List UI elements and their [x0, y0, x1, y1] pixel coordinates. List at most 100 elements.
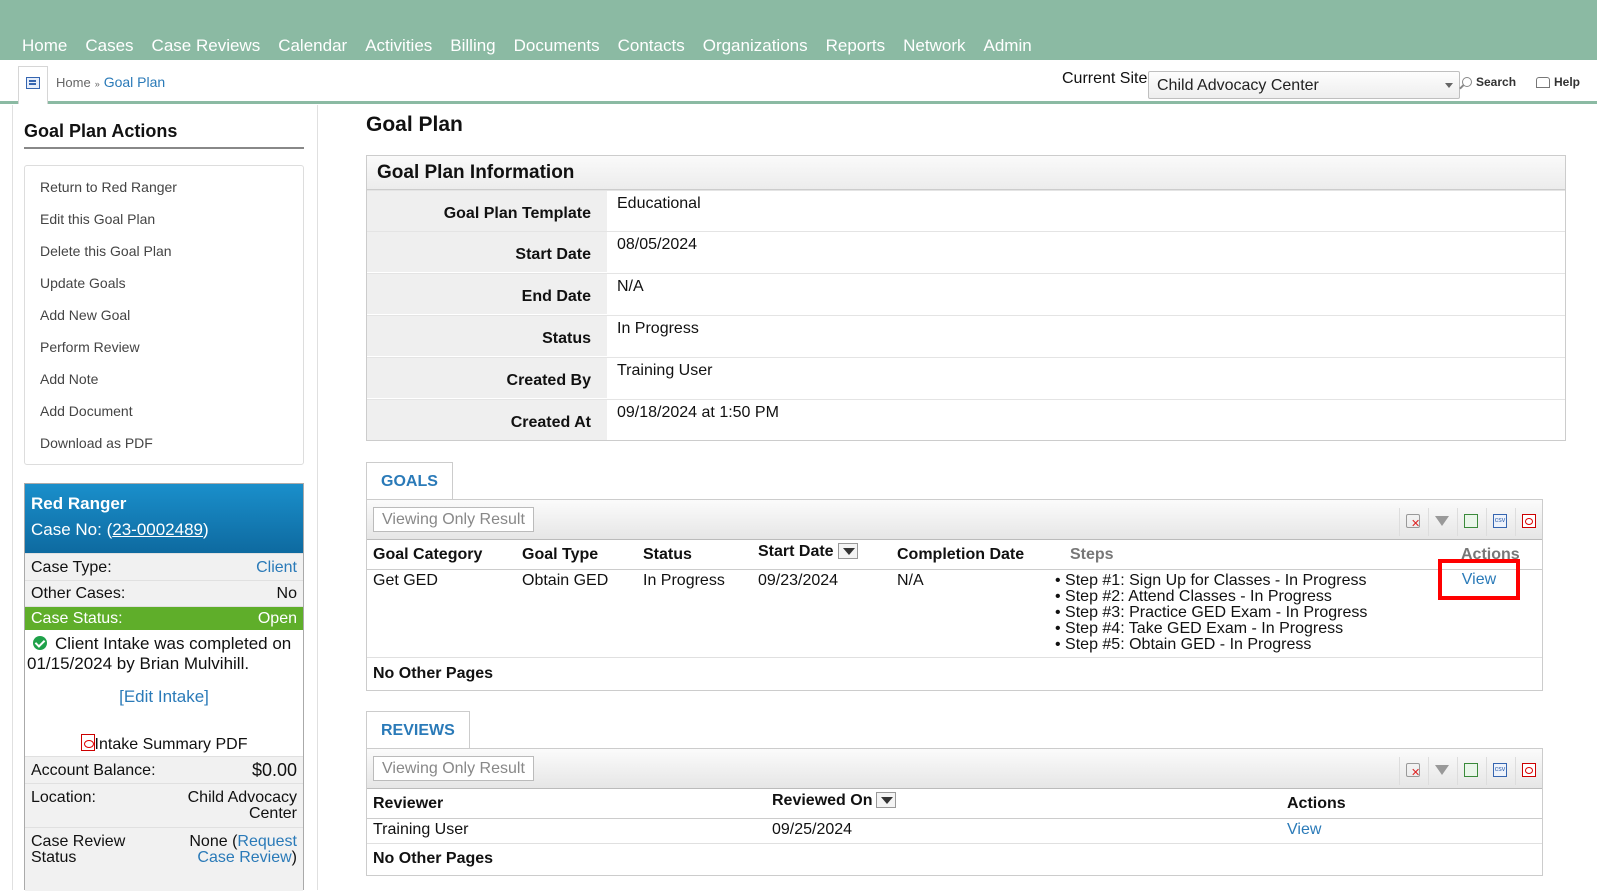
excel-export-icon[interactable]: [1457, 757, 1483, 785]
info-label: Status: [367, 316, 607, 356]
col-goal-type[interactable]: Goal Type: [522, 546, 598, 564]
col-status[interactable]: Status: [643, 546, 692, 564]
case-review-close: ): [291, 849, 297, 866]
action-perform-review[interactable]: Perform Review: [40, 339, 140, 355]
top-navigation-bar: Home Cases Case Reviews Calendar Activit…: [0, 0, 1597, 60]
info-label: Goal Plan Template: [367, 191, 607, 231]
nav-admin[interactable]: Admin: [984, 36, 1032, 56]
filter-icon[interactable]: [1428, 757, 1454, 785]
search-button[interactable]: Search: [1462, 75, 1516, 89]
tab-goals[interactable]: GOALS: [366, 462, 453, 500]
col-start-date[interactable]: Start Date: [758, 543, 858, 561]
nav-calendar[interactable]: Calendar: [278, 36, 347, 56]
help-label: Help: [1554, 75, 1581, 89]
edit-intake-link[interactable]: [Edit Intake]: [25, 687, 303, 707]
location-value-line-2: Center: [248, 805, 297, 822]
clear-filter-icon[interactable]: [1399, 757, 1425, 785]
check-circle-icon: [33, 636, 47, 650]
col-reviewed-on-label: Reviewed On: [772, 792, 873, 809]
info-row: Created By Training User: [367, 357, 1565, 398]
nav-activities[interactable]: Activities: [365, 36, 432, 56]
csv-export-icon[interactable]: csv: [1486, 757, 1512, 785]
col-reviewed-on[interactable]: Reviewed On: [772, 792, 897, 810]
info-row: Goal Plan Template Educational: [367, 190, 1565, 231]
sort-dropdown-icon[interactable]: [837, 543, 858, 559]
nav-reports[interactable]: Reports: [826, 36, 886, 56]
col-start-date-label: Start Date: [758, 543, 834, 560]
breadcrumb-home[interactable]: Home: [56, 75, 91, 90]
current-site-value: Child Advocacy Center: [1157, 77, 1319, 94]
col-goal-category[interactable]: Goal Category: [373, 546, 482, 564]
action-return[interactable]: Return to Red Ranger: [40, 179, 177, 195]
clear-filter-icon[interactable]: [1399, 508, 1425, 536]
sort-dropdown-icon[interactable]: [876, 792, 897, 808]
nav-network[interactable]: Network: [903, 36, 965, 56]
other-cases-label: Other Cases:: [31, 585, 126, 602]
case-status-label: Case Status:: [31, 610, 123, 627]
pdf-icon: [80, 734, 95, 751]
goal-plan-actions-title: Goal Plan Actions: [24, 121, 178, 141]
sidebar-toggle[interactable]: [18, 66, 48, 104]
breadcrumb-current[interactable]: Goal Plan: [104, 74, 165, 90]
request-case-review-link-1[interactable]: Request: [237, 833, 297, 850]
action-add-note[interactable]: Add Note: [40, 371, 98, 387]
case-review-label-line-2: Status: [31, 849, 77, 866]
nav-cases[interactable]: Cases: [85, 36, 133, 56]
action-add-document[interactable]: Add Document: [40, 403, 133, 419]
action-add-goal[interactable]: Add New Goal: [40, 307, 130, 323]
case-header: Red Ranger Case No: (23-0002489): [25, 484, 303, 553]
col-actions: Actions: [1287, 795, 1346, 812]
search-icon: [1462, 77, 1472, 87]
help-button[interactable]: Help: [1536, 75, 1580, 89]
account-balance-row: Account Balance: $0.00: [25, 756, 303, 783]
action-download-pdf[interactable]: Download as PDF: [40, 435, 153, 451]
divider: [24, 147, 304, 149]
pdf-export-icon[interactable]: [1515, 757, 1541, 785]
goals-header-row: Goal Category Goal Type Status Start Dat…: [367, 540, 1542, 570]
intake-message: Client Intake was completed on 01/15/202…: [25, 634, 303, 674]
info-label: Created At: [367, 400, 607, 440]
case-number: Case No: (23-0002489): [31, 520, 297, 540]
action-update-goals[interactable]: Update Goals: [40, 275, 126, 291]
location-label: Location:: [31, 789, 96, 806]
goal-category-cell: Get GED: [373, 572, 438, 589]
info-row: Created At 09/18/2024 at 1:50 PM: [367, 399, 1565, 440]
location-row: Location: Child Advocacy Center: [25, 783, 303, 827]
nav-contacts[interactable]: Contacts: [618, 36, 685, 56]
info-value: N/A: [617, 278, 644, 295]
action-edit[interactable]: Edit this Goal Plan: [40, 211, 155, 227]
nav-case-reviews[interactable]: Case Reviews: [152, 36, 261, 56]
tab-reviews[interactable]: REVIEWS: [366, 711, 470, 749]
col-completion-date[interactable]: Completion Date: [897, 546, 1024, 564]
nav-home[interactable]: Home: [22, 36, 67, 56]
col-steps: Steps: [1070, 546, 1114, 563]
info-value: In Progress: [617, 320, 699, 337]
nav-billing[interactable]: Billing: [450, 36, 495, 56]
info-value: 08/05/2024: [617, 236, 698, 253]
case-number-label: Case No: (: [31, 520, 113, 539]
intake-summary-pdf-link[interactable]: Intake Summary PDF: [25, 734, 303, 754]
list-item: Step #1: Sign Up for Classes - In Progre…: [1055, 573, 1367, 589]
chevron-down-icon: [1445, 83, 1453, 88]
csv-export-icon[interactable]: csv: [1486, 508, 1512, 536]
excel-export-icon[interactable]: [1457, 508, 1483, 536]
nav-documents[interactable]: Documents: [514, 36, 600, 56]
action-delete[interactable]: Delete this Goal Plan: [40, 243, 172, 259]
client-name: Red Ranger: [31, 494, 127, 513]
request-case-review-link-2[interactable]: Case Review: [197, 849, 291, 866]
col-reviewer[interactable]: Reviewer: [373, 795, 443, 813]
view-goal-button[interactable]: View: [1438, 559, 1520, 600]
panel-icon: [26, 77, 40, 89]
help-icon: [1536, 76, 1550, 88]
filter-icon[interactable]: [1428, 508, 1454, 536]
pdf-export-icon[interactable]: [1515, 508, 1541, 536]
view-review-link[interactable]: View: [1287, 821, 1321, 839]
page-title: Goal Plan: [366, 113, 463, 136]
case-type-value[interactable]: Client: [256, 554, 297, 580]
current-site-select[interactable]: Child Advocacy Center: [1148, 71, 1460, 99]
other-cases-value: No: [276, 585, 297, 602]
nav-organizations[interactable]: Organizations: [703, 36, 808, 56]
case-number-link[interactable]: 23-0002489: [112, 520, 203, 539]
list-item: Step #3: Practice GED Exam - In Progress: [1055, 605, 1367, 621]
search-label: Search: [1476, 75, 1517, 89]
